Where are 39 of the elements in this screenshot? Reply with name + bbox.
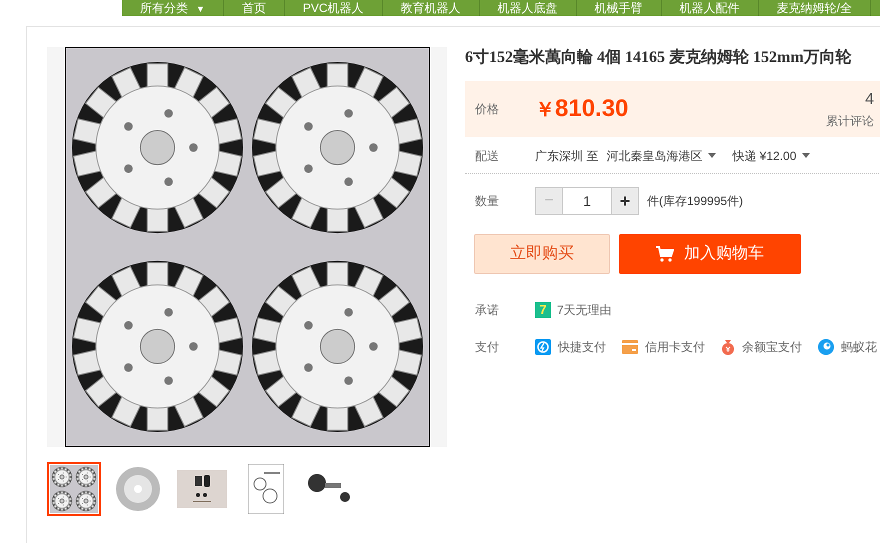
decrease-button[interactable]: − bbox=[535, 187, 563, 215]
nav-link[interactable]: 机械手臂 bbox=[576, 0, 662, 16]
destination-dropdown[interactable]: 河北秦皇岛海港区 bbox=[606, 146, 716, 164]
price-label: 价格 bbox=[475, 101, 500, 118]
review-label: 累计评论 bbox=[826, 113, 874, 130]
increase-button[interactable]: + bbox=[611, 187, 639, 215]
shipping-dropdown[interactable]: 快递 ¥12.00 bbox=[732, 146, 810, 164]
nav-link[interactable]: 麦克纳姆轮/全 bbox=[758, 0, 871, 16]
add-to-cart-button[interactable]: 加入购物车 bbox=[619, 234, 801, 274]
nav-link[interactable]: PVC机器人 bbox=[284, 0, 383, 16]
stock-text: 件(库存199995件) bbox=[647, 193, 744, 210]
thumbnail[interactable] bbox=[47, 462, 101, 516]
payment-method: 信用卡支付 bbox=[645, 339, 705, 356]
promise-label: 承诺 bbox=[475, 302, 500, 319]
price: ￥810.30 bbox=[535, 94, 628, 124]
delivery-label: 配送 bbox=[475, 148, 500, 164]
nav-link[interactable]: 机器人底盘 bbox=[480, 0, 577, 16]
seven-day-badge: 7 bbox=[535, 302, 551, 318]
product-title: 6寸152毫米萬向輪 4個 14165 麦克纳姆轮 152mm万向轮 bbox=[465, 47, 853, 68]
money-bag-icon bbox=[721, 339, 735, 355]
review-count: 4 bbox=[865, 90, 874, 110]
card-icon bbox=[622, 340, 638, 354]
caret-icon: ▼ bbox=[196, 4, 205, 14]
nav-link[interactable]: 所有分类 ▼ bbox=[122, 0, 224, 16]
payment-method: 快捷支付 bbox=[558, 339, 606, 356]
cart-icon bbox=[656, 246, 674, 262]
payment-label: 支付 bbox=[475, 339, 500, 356]
buy-now-button[interactable]: 立即购买 bbox=[474, 234, 610, 274]
nav-link[interactable]: 教育机器人 bbox=[382, 0, 480, 16]
payment-method: 蚂蚁花 bbox=[841, 339, 877, 356]
caret-icon bbox=[708, 153, 716, 158]
payment-method: 余额宝支付 bbox=[742, 339, 802, 356]
caret-icon bbox=[802, 153, 810, 158]
nav-link[interactable]: 机器人配件 bbox=[662, 0, 759, 16]
nav-link[interactable]: 首页 bbox=[224, 0, 285, 16]
lightning-icon bbox=[535, 339, 551, 355]
promise-text: 7天无理由 bbox=[557, 302, 612, 319]
quantity-label: 数量 bbox=[475, 193, 500, 210]
ship-from: 广东深圳 至 bbox=[535, 148, 598, 164]
